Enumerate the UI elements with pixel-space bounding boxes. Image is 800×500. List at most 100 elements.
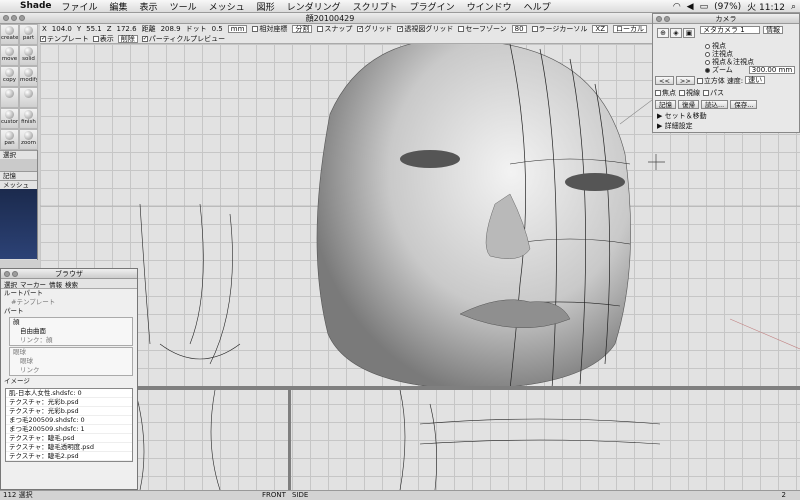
image-item[interactable]: テクスチャ：光彩b.psd xyxy=(6,398,132,407)
focus-checkbox[interactable]: 焦点 xyxy=(655,88,676,98)
solid-tool[interactable]: solid xyxy=(19,45,38,66)
close-icon[interactable] xyxy=(3,15,9,21)
next-button[interactable]: >> xyxy=(675,76,695,85)
tree-eyeball[interactable]: 眼球 xyxy=(10,357,132,366)
image-item[interactable]: テクスチャ：睫毛透明度.psd xyxy=(6,443,132,452)
snap-checkbox[interactable]: スナップ xyxy=(317,24,352,34)
browser-search-menu[interactable]: 検索 xyxy=(65,279,78,289)
delete-button[interactable]: 削除 xyxy=(117,34,138,43)
tree-freeform[interactable]: 自由曲面 xyxy=(10,327,132,336)
path-checkbox[interactable]: パス xyxy=(703,88,724,98)
minimize-icon[interactable] xyxy=(11,15,17,21)
tree-root[interactable]: ルートパート xyxy=(1,289,137,298)
select-header[interactable]: 選択 xyxy=(0,150,37,159)
import-button[interactable]: 読込... xyxy=(701,100,729,109)
menu-view[interactable]: 表示 xyxy=(140,0,158,13)
image-item[interactable]: まつ毛200509.shdsfc: 1 xyxy=(6,425,132,434)
menu-mesh[interactable]: メッシュ xyxy=(209,0,245,13)
image-item[interactable]: テクスチャ：光彩b.psd xyxy=(6,407,132,416)
app-menu[interactable]: Shade xyxy=(20,1,52,11)
select-mode-row[interactable] xyxy=(0,159,37,171)
menu-file[interactable]: ファイル xyxy=(62,0,98,13)
part-tool[interactable]: part xyxy=(19,24,38,45)
custom-tool[interactable]: custom xyxy=(0,108,19,129)
template-checkbox[interactable]: テンプレート xyxy=(40,34,89,44)
menu-script[interactable]: スクリプト xyxy=(353,0,398,13)
pan-tool[interactable]: pan xyxy=(0,129,19,150)
camera-mode-icon-1[interactable]: ⊕ xyxy=(657,28,669,38)
tree-part[interactable]: パート xyxy=(1,307,137,316)
particle-checkbox[interactable]: パーティクルプレビュー xyxy=(141,34,225,44)
show-checkbox[interactable]: 表示 xyxy=(92,34,114,44)
tree-image[interactable]: イメージ xyxy=(1,377,137,386)
create-tool[interactable]: create xyxy=(0,24,19,45)
finish-tool[interactable]: finish xyxy=(19,108,38,129)
division-select[interactable]: 分割 xyxy=(292,25,313,33)
move-tool[interactable]: move xyxy=(0,45,19,66)
browser-marker-menu[interactable]: マーカー xyxy=(20,279,46,289)
detail-disclosure[interactable]: ▶ 詳細設定 xyxy=(653,121,799,131)
camera-info-select[interactable]: 情報 xyxy=(763,26,783,34)
unit-select[interactable]: mm xyxy=(227,25,248,33)
browser-info-menu[interactable]: 情報 xyxy=(49,279,62,289)
zoom-field[interactable]: 300.00 mm xyxy=(748,66,796,74)
blank-tool-1[interactable] xyxy=(0,87,19,108)
stereo-checkbox[interactable]: 立方体 xyxy=(696,76,725,86)
browser-minimize-icon[interactable] xyxy=(12,271,18,277)
sightline-checkbox[interactable]: 視線 xyxy=(679,88,700,98)
camera-select[interactable]: メタカメラ 1 xyxy=(700,26,760,34)
tree-eye-link[interactable]: リンク xyxy=(10,366,132,375)
tree-face[interactable]: 顔 xyxy=(10,318,132,327)
safe-zone-checkbox[interactable]: セーフゾーン xyxy=(458,24,507,34)
menu-edit[interactable]: 編集 xyxy=(110,0,128,13)
radio-zoom[interactable]: ズーム 300.00 mm xyxy=(653,66,799,74)
volume-icon[interactable]: ◀ xyxy=(687,2,694,12)
prev-button[interactable]: << xyxy=(655,76,674,85)
save-button[interactable]: 保存... xyxy=(730,100,758,109)
face-model[interactable] xyxy=(316,44,631,390)
menu-rendering[interactable]: レンダリング xyxy=(287,0,341,13)
local-button[interactable]: ローカル xyxy=(613,25,648,33)
image-item[interactable]: 肌-日本人女性.shdsfc: 0 xyxy=(6,389,132,398)
tree-template[interactable]: #テンプレート xyxy=(1,298,137,307)
zoom-tool[interactable]: zoom xyxy=(19,129,38,150)
spotlight-icon[interactable]: ⌕ xyxy=(791,2,796,12)
image-item[interactable]: テクスチャ：睫毛.psd xyxy=(6,434,132,443)
camera-mode-icon-2[interactable]: ◈ xyxy=(670,28,682,38)
clock[interactable]: 火 11:12 xyxy=(747,0,785,13)
view-divider-horizontal[interactable] xyxy=(40,386,800,390)
zoom-icon[interactable] xyxy=(19,15,25,21)
axis-select[interactable]: XZ xyxy=(592,25,609,33)
mesh-header[interactable]: メッシュ xyxy=(0,180,37,189)
menu-window[interactable]: ウインドウ xyxy=(467,0,512,13)
memory-header[interactable]: 記憶 xyxy=(0,171,37,180)
menu-tools[interactable]: ツール xyxy=(170,0,197,13)
wifi-icon[interactable]: ◠ xyxy=(673,2,681,12)
menu-plugin[interactable]: プラグイン xyxy=(410,0,455,13)
tree-eye[interactable]: 眼球 xyxy=(10,348,132,357)
browser-select-menu[interactable]: 選択 xyxy=(4,279,17,289)
camera-mode-icon-3[interactable]: ▣ xyxy=(683,28,695,38)
tree-face-link[interactable]: リンク：顔 xyxy=(10,336,132,345)
grid-checkbox[interactable]: グリッド xyxy=(357,24,392,34)
browser-close-icon[interactable] xyxy=(4,271,10,277)
relative-checkbox[interactable]: 相対座標 xyxy=(252,24,287,34)
perspective-grid-checkbox[interactable]: 透視図グリッド xyxy=(397,24,453,34)
view-divider-vertical[interactable] xyxy=(288,390,291,490)
large-cursor-checkbox[interactable]: ラージカーソル xyxy=(531,24,587,34)
menu-shape[interactable]: 図形 xyxy=(257,0,275,13)
record-button[interactable]: 記憶 xyxy=(655,100,676,109)
blank-tool-2[interactable] xyxy=(19,87,38,108)
menu-help[interactable]: ヘルプ xyxy=(524,0,551,13)
camera-minimize-icon[interactable] xyxy=(664,16,670,22)
speed-select[interactable]: 速い xyxy=(745,76,766,84)
camera-close-icon[interactable] xyxy=(656,16,662,22)
safe-zone-field[interactable]: 80 xyxy=(511,25,527,33)
battery-icon[interactable]: ▭ xyxy=(700,2,709,12)
set-move-disclosure[interactable]: ▶ セット＆移動 xyxy=(653,111,799,121)
modify-tool[interactable]: modify xyxy=(19,66,38,87)
restore-button[interactable]: 復帰 xyxy=(678,100,699,109)
copy-tool[interactable]: copy xyxy=(0,66,19,87)
image-item[interactable]: テクスチャ：睫毛2.psd xyxy=(6,452,132,461)
image-item[interactable]: まつ毛200509.shdsfc: 0 xyxy=(6,416,132,425)
